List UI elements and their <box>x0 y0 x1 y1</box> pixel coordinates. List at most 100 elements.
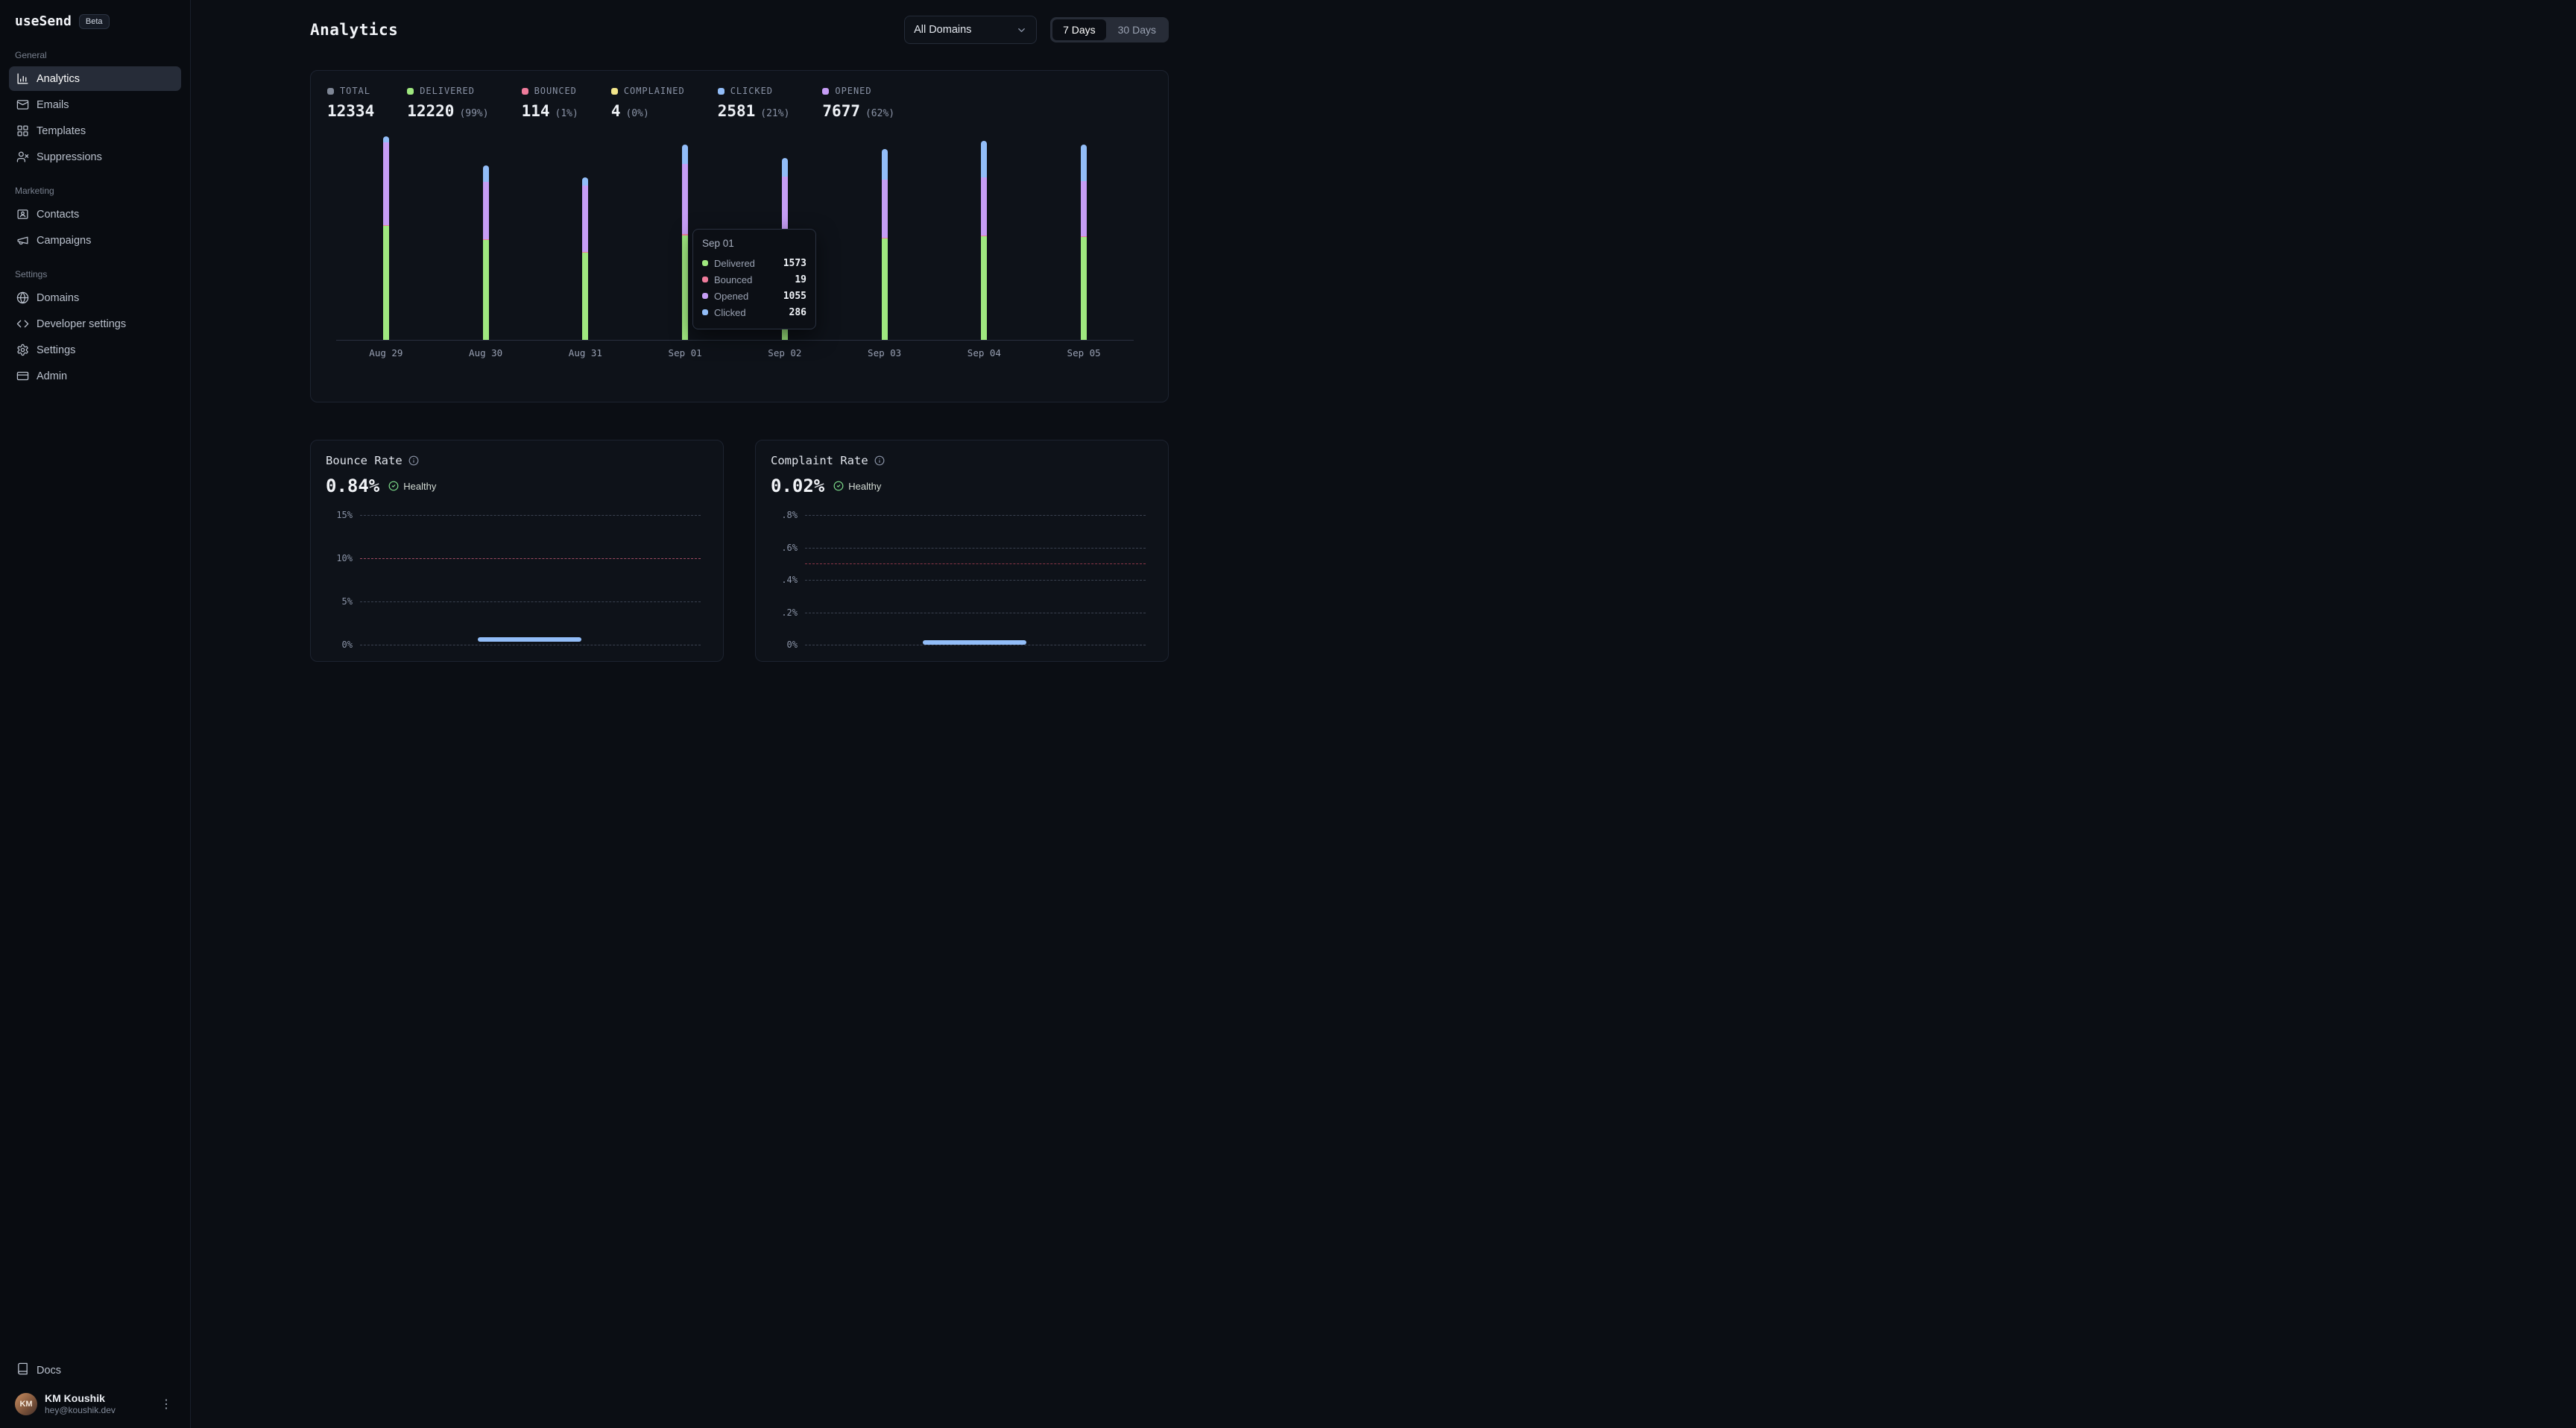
bounce-rate-value: 0.84% <box>326 476 379 496</box>
stacked-bar[interactable] <box>882 149 888 340</box>
bar-slot-sep-04[interactable] <box>969 141 999 340</box>
domain-filter-select[interactable]: All Domains <box>904 16 1037 44</box>
complaint-rate-title: Complaint Rate <box>771 454 868 467</box>
info-icon[interactable] <box>874 455 885 466</box>
bar-slot-aug-31[interactable] <box>570 177 600 340</box>
y-tick-label: .8% <box>771 510 798 520</box>
mail-icon <box>16 98 29 111</box>
card-icon <box>16 370 29 382</box>
stat-value: 7677 <box>822 102 860 120</box>
sidebar-item-admin[interactable]: Admin <box>9 364 181 388</box>
bar-slot-sep-03[interactable] <box>870 149 900 340</box>
app-logo: useSend Beta <box>9 10 181 34</box>
user-menu-button[interactable]: ⋮ <box>156 1394 177 1415</box>
stacked-bar[interactable] <box>1081 145 1087 341</box>
segment-opened <box>1081 181 1087 236</box>
stacked-bar[interactable] <box>582 177 588 340</box>
bounce-health-label: Healthy <box>403 481 436 492</box>
user-row[interactable]: KM KM Koushik hey@koushik.dev ⋮ <box>9 1386 181 1421</box>
stat-complained: COMPLAINED4(0%) <box>611 86 685 120</box>
stat-label: DELIVERED <box>420 86 475 96</box>
sidebar-spacer <box>9 390 181 1356</box>
segment-opened <box>383 142 389 225</box>
stat-total: TOTAL12334 <box>327 86 374 120</box>
sidebar-item-settings[interactable]: Settings <box>9 338 181 362</box>
sidebar-item-label: Analytics <box>37 73 80 85</box>
tooltip-row-opened: Opened1055 <box>702 288 806 304</box>
tab-30-days[interactable]: 30 Days <box>1108 19 1167 40</box>
bar-chart-icon <box>16 72 29 85</box>
sidebar-item-label: Admin <box>37 370 67 382</box>
segment-opened <box>981 177 987 236</box>
tab-7-days[interactable]: 7 Days <box>1052 19 1106 40</box>
rate-plot-area <box>360 515 701 645</box>
bar-slot-aug-30[interactable] <box>471 165 501 340</box>
sidebar-item-suppressions[interactable]: Suppressions <box>9 145 181 169</box>
y-tick-label: .2% <box>771 607 798 618</box>
tooltip-row-clicked: Clicked 286 <box>702 304 806 320</box>
rate-data-segment <box>478 637 581 642</box>
bar-slot-sep-05[interactable] <box>1069 145 1099 341</box>
sidebar-item-label: Domains <box>37 292 79 304</box>
stat-value: 4 <box>611 102 621 120</box>
sidebar-item-templates[interactable]: Templates <box>9 119 181 143</box>
complaint-health-label: Healthy <box>848 481 881 492</box>
tooltip-label: Clicked <box>714 307 783 318</box>
complaint-health-badge: Healthy <box>833 481 881 492</box>
gridline-.6pct <box>805 548 1146 549</box>
user-meta: KM Koushik hey@koushik.dev <box>45 1391 148 1416</box>
gridline-.4pct <box>805 580 1146 581</box>
tooltip-label: Bounced <box>714 274 789 285</box>
info-icon[interactable] <box>408 455 419 466</box>
user-email: hey@koushik.dev <box>45 1405 148 1416</box>
book-icon <box>16 1362 29 1378</box>
tooltip-value: 286 <box>789 307 806 318</box>
stat-color-dot <box>718 88 724 95</box>
bounce-health-badge: Healthy <box>388 481 436 492</box>
stacked-bar[interactable] <box>483 165 489 340</box>
y-tick-label: 0% <box>771 639 798 650</box>
sidebar-item-developer-settings[interactable]: Developer settings <box>9 312 181 336</box>
segment-clicked <box>1081 145 1087 181</box>
stat-bounced: BOUNCED114(1%) <box>522 86 578 120</box>
rate-plot-area <box>805 515 1146 645</box>
check-circle-icon <box>833 481 844 491</box>
section-label-general: General <box>15 50 175 60</box>
complaint-rate-chart: .8%.6%.4%.2%0% <box>771 509 1153 652</box>
sidebar-item-label: Settings <box>37 344 75 356</box>
sidebar-item-analytics[interactable]: Analytics <box>9 66 181 91</box>
stacked-bar[interactable] <box>682 145 688 340</box>
sidebar-item-docs[interactable]: Docs <box>9 1356 181 1384</box>
stacked-bar[interactable] <box>383 136 389 340</box>
stat-percent: (21%) <box>760 108 789 119</box>
header-controls: All Domains 7 Days30 Days <box>904 16 1169 44</box>
stat-percent: (99%) <box>459 108 488 119</box>
sidebar-item-label: Templates <box>37 125 86 137</box>
sidebar-item-emails[interactable]: Emails <box>9 92 181 117</box>
x-axis-label: Sep 03 <box>855 347 915 358</box>
bar-slot-aug-29[interactable] <box>371 136 401 340</box>
y-tick-label: 15% <box>326 510 353 520</box>
sidebar-item-label: Developer settings <box>37 318 126 330</box>
stat-label: OPENED <box>835 86 871 96</box>
x-axis-label: Sep 02 <box>755 347 815 358</box>
x-axis-label: Sep 05 <box>1054 347 1114 358</box>
stat-value: 114 <box>522 102 550 120</box>
stat-value: 12220 <box>407 102 454 120</box>
sidebar-item-contacts[interactable]: Contacts <box>9 202 181 227</box>
range-tabs: 7 Days30 Days <box>1050 17 1169 42</box>
segment-clicked <box>483 165 489 183</box>
tooltip-row-delivered: Delivered1573 <box>702 255 806 271</box>
segment-clicked <box>882 149 888 179</box>
sidebar-nav: General Analytics Emails Templates Suppressi… <box>9 34 181 390</box>
segment-opened <box>682 164 688 234</box>
tooltip-value: 1055 <box>783 291 806 302</box>
user-x-icon <box>16 151 29 163</box>
sidebar-item-domains[interactable]: Domains <box>9 285 181 310</box>
tooltip-value: 19 <box>795 274 806 285</box>
tooltip-rows: Delivered1573 Bounced 19 Opened1055 Clicked 2… <box>702 255 806 320</box>
stacked-bar[interactable] <box>981 141 987 340</box>
threshold-line <box>805 563 1146 564</box>
sidebar-item-campaigns[interactable]: Campaigns <box>9 228 181 253</box>
page-header: Analytics All Domains 7 Days30 Days <box>310 13 1169 46</box>
